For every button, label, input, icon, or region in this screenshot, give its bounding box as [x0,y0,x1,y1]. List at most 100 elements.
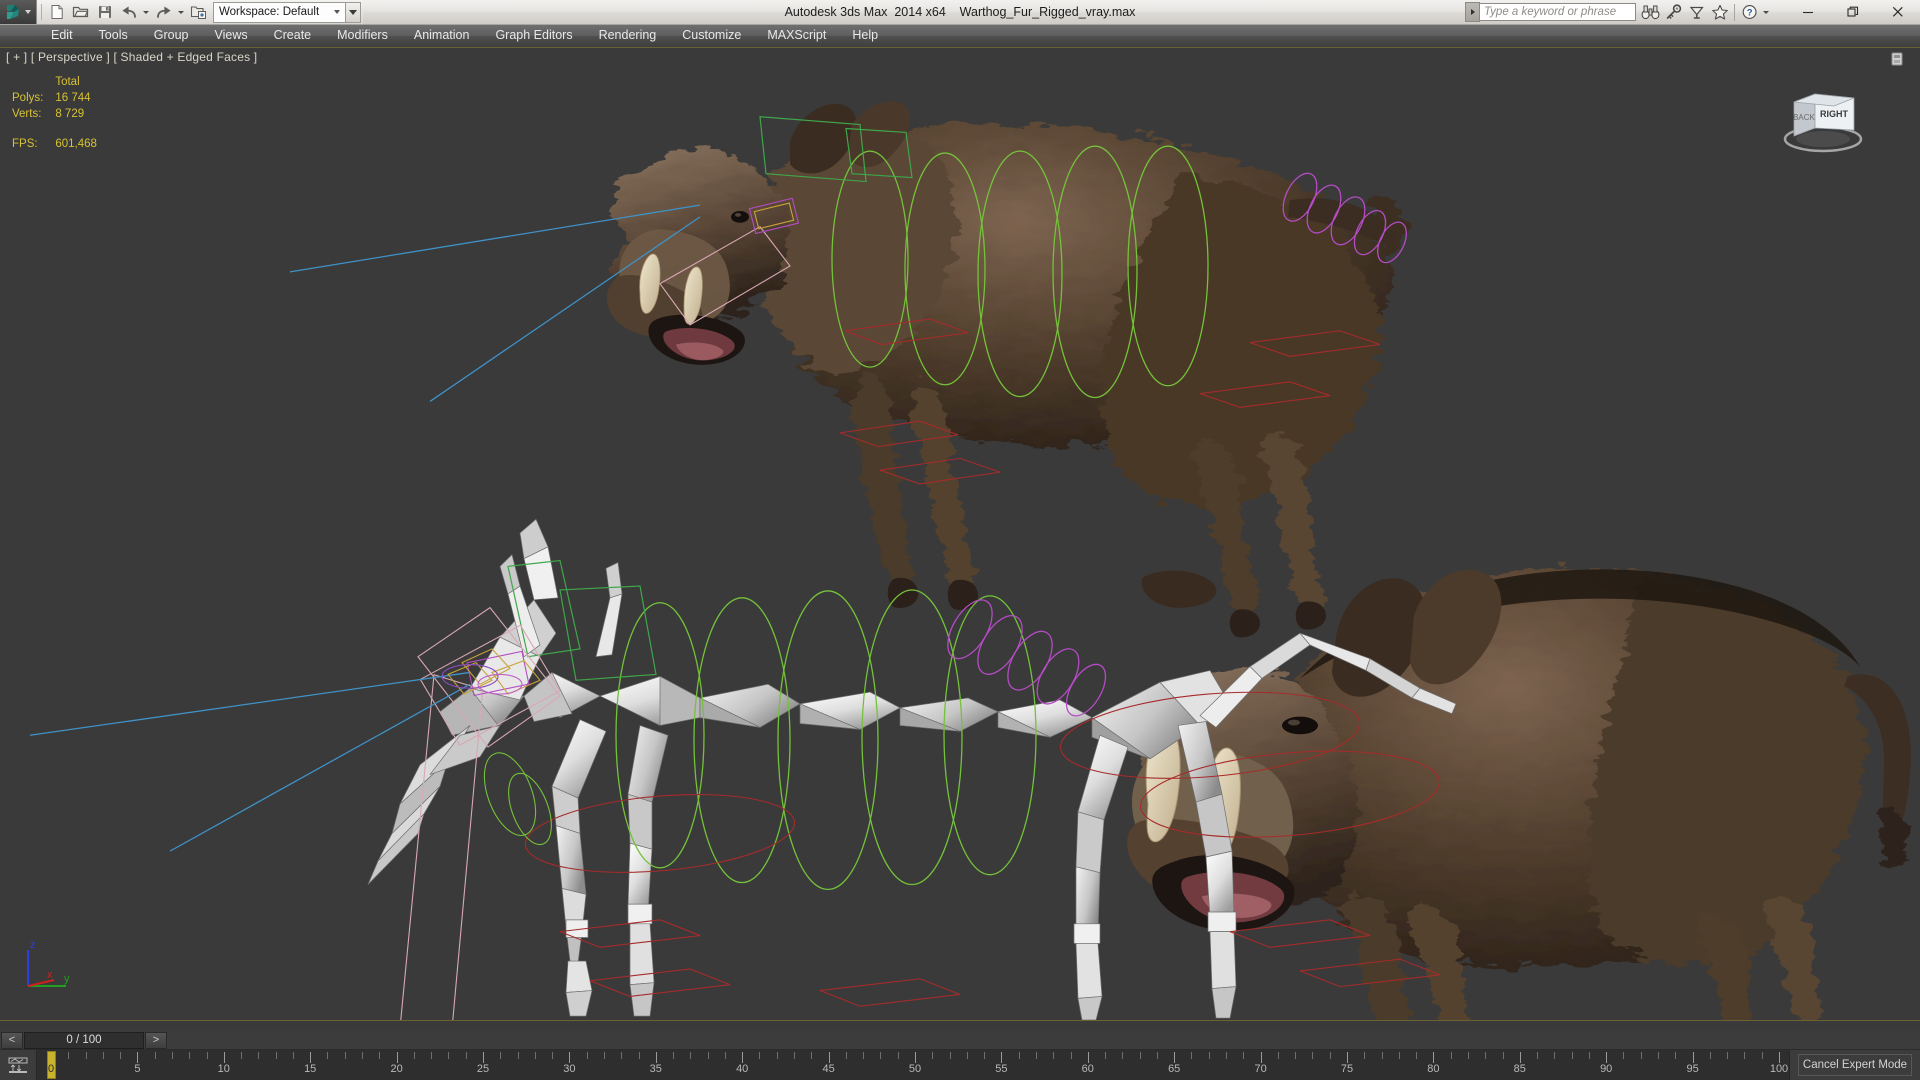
timeline-tick-minor [1277,1052,1279,1059]
menu-tools[interactable]: Tools [86,26,141,46]
help-dropdown-caret-icon[interactable] [1763,10,1769,14]
timeline-tick-major [742,1052,744,1063]
axis-x-label: x [47,969,53,981]
timeline-tick-major [569,1052,571,1063]
new-file-button[interactable] [45,1,68,23]
application-menu-button[interactable] [0,0,37,24]
timeline-tick-major [1433,1052,1435,1063]
binoculars-icon[interactable] [1639,2,1662,22]
spline-helper-red-feet[interactable] [559,919,1441,1020]
timeline-tick-minor [171,1052,173,1059]
timeline-tick-minor [448,1052,450,1059]
key-filter-button[interactable] [0,1050,37,1080]
time-slider-ruler[interactable]: 0 5 10 15 20 25 30 35 40 45 50 55 60 65 70 75 80 85 90 95 10… [0,1050,1920,1080]
undo-dropdown-caret-icon[interactable] [143,10,149,14]
menu-help[interactable]: Help [839,26,891,46]
search-scope-button[interactable] [1465,2,1480,22]
target-line-blue[interactable] [29,204,701,852]
search-input[interactable] [1480,3,1636,21]
view-cube[interactable]: RIGHT BACK [1768,76,1878,156]
timeline-tick-label: 90 [1600,1063,1613,1075]
timeline-tick-label: 20 [390,1063,403,1075]
stats-fps-label: FPS: [12,138,38,150]
timeline-tick-minor [1156,1052,1158,1059]
timeline-tick-minor [1312,1052,1314,1059]
stats-polys-label: Polys: [12,92,44,104]
set-project-folder-button[interactable] [187,1,210,23]
timeline-tick-minor [379,1052,381,1059]
timeline-ruler-track[interactable]: 0 5 10 15 20 25 30 35 40 45 50 55 60 65 70 75 80 85 90 95 10… [37,1050,1789,1080]
spline-helper-green-rig[interactable] [615,589,1037,891]
save-file-button[interactable] [93,1,116,23]
undo-button[interactable] [117,1,140,23]
menu-rendering[interactable]: Rendering [586,26,670,46]
menu-animation[interactable]: Animation [401,26,483,46]
timeline-tick-major [223,1052,225,1063]
close-button[interactable] [1875,0,1920,24]
menu-create[interactable]: Create [261,26,325,46]
timeline-tick-major [1779,1052,1780,1063]
svg-text:?: ? [1746,8,1752,19]
timeline-tick-minor [932,1052,934,1059]
menu-group[interactable]: Group [141,26,202,46]
timeline-tick-minor [534,1052,536,1059]
timeline-tick-minor [1554,1052,1556,1059]
scene-render[interactable] [0,48,1920,1020]
warthog-furred-mesh-top[interactable] [606,101,1406,638]
restore-button[interactable] [1830,0,1875,24]
viewport-statistics: Total Polys: 16 744 Verts: 8 729 FPS: 60… [12,74,105,152]
menu-maxscript[interactable]: MAXScript [754,26,839,46]
cancel-expert-mode-button[interactable]: Cancel Expert Mode [1798,1054,1912,1076]
timeline-tick-major [1692,1052,1694,1063]
perspective-viewport[interactable]: [ + ] [ Perspective ] [ Shaded + Edged F… [0,48,1920,1020]
previous-frame-button[interactable]: < [1,1031,23,1049]
timeline-tick-major [1087,1052,1089,1063]
timeline-tick-major [1001,1052,1003,1063]
timeline-tick-label: 70 [1254,1063,1267,1075]
timeline-tick-minor [897,1052,899,1059]
timeline-tick-label: 50 [908,1063,922,1075]
redo-dropdown-caret-icon[interactable] [178,10,184,14]
timeline-tick-major [137,1052,139,1063]
menu-graph-editors[interactable]: Graph Editors [482,26,585,46]
timeline-tick-minor [154,1052,156,1059]
workspace-dropdown-button[interactable] [346,1,361,23]
timeline-tick-minor [1744,1052,1746,1059]
current-frame-field[interactable]: 0 / 100 [24,1031,144,1049]
timeline-tick-minor [120,1052,122,1059]
timeline-tick-minor [1243,1052,1245,1059]
satellite-dish-icon[interactable] [1685,2,1708,22]
timeline-tick-label: 80 [1427,1063,1440,1075]
timeline-tick-major [655,1052,657,1063]
timeline-tick-minor [362,1052,364,1059]
key-icon[interactable] [1662,2,1685,22]
menu-edit[interactable]: Edit [38,26,86,46]
timeline-tick-minor [586,1052,588,1059]
timeline-tick-major [310,1052,312,1063]
track-bar-spacer [0,1020,1920,1031]
help-icon[interactable]: ? [1738,2,1761,22]
menu-customize[interactable]: Customize [669,26,754,46]
maximize-viewport-icon[interactable] [1888,50,1906,68]
redo-button[interactable] [152,1,175,23]
timeline-tick-minor [776,1052,778,1059]
minimize-button[interactable] [1785,0,1830,24]
next-frame-button[interactable]: > [145,1031,167,1049]
timeline-tick-minor [1588,1052,1590,1059]
timeline-tick-minor [344,1052,346,1059]
timeline-tick-label: 60 [1081,1063,1094,1075]
3ds-max-logo-icon [5,3,23,21]
viewport-label[interactable]: [ + ] [ Perspective ] [ Shaded + Edged F… [6,50,257,64]
timeline-tick-minor [621,1052,623,1059]
timeline-tick-label: 75 [1340,1063,1354,1075]
timeline-tick-minor [1761,1052,1763,1059]
open-file-button[interactable] [69,1,92,23]
workspace-dropdown-caret-icon [349,9,357,15]
workspace-selector[interactable]: Workspace: Default [213,1,346,23]
star-icon[interactable] [1708,2,1731,22]
menu-modifiers[interactable]: Modifiers [324,26,401,46]
menu-views[interactable]: Views [201,26,260,46]
timeline-tick-minor [966,1052,968,1059]
timeline-tick-minor [1191,1052,1193,1059]
timeline-tick-minor [1658,1052,1660,1059]
